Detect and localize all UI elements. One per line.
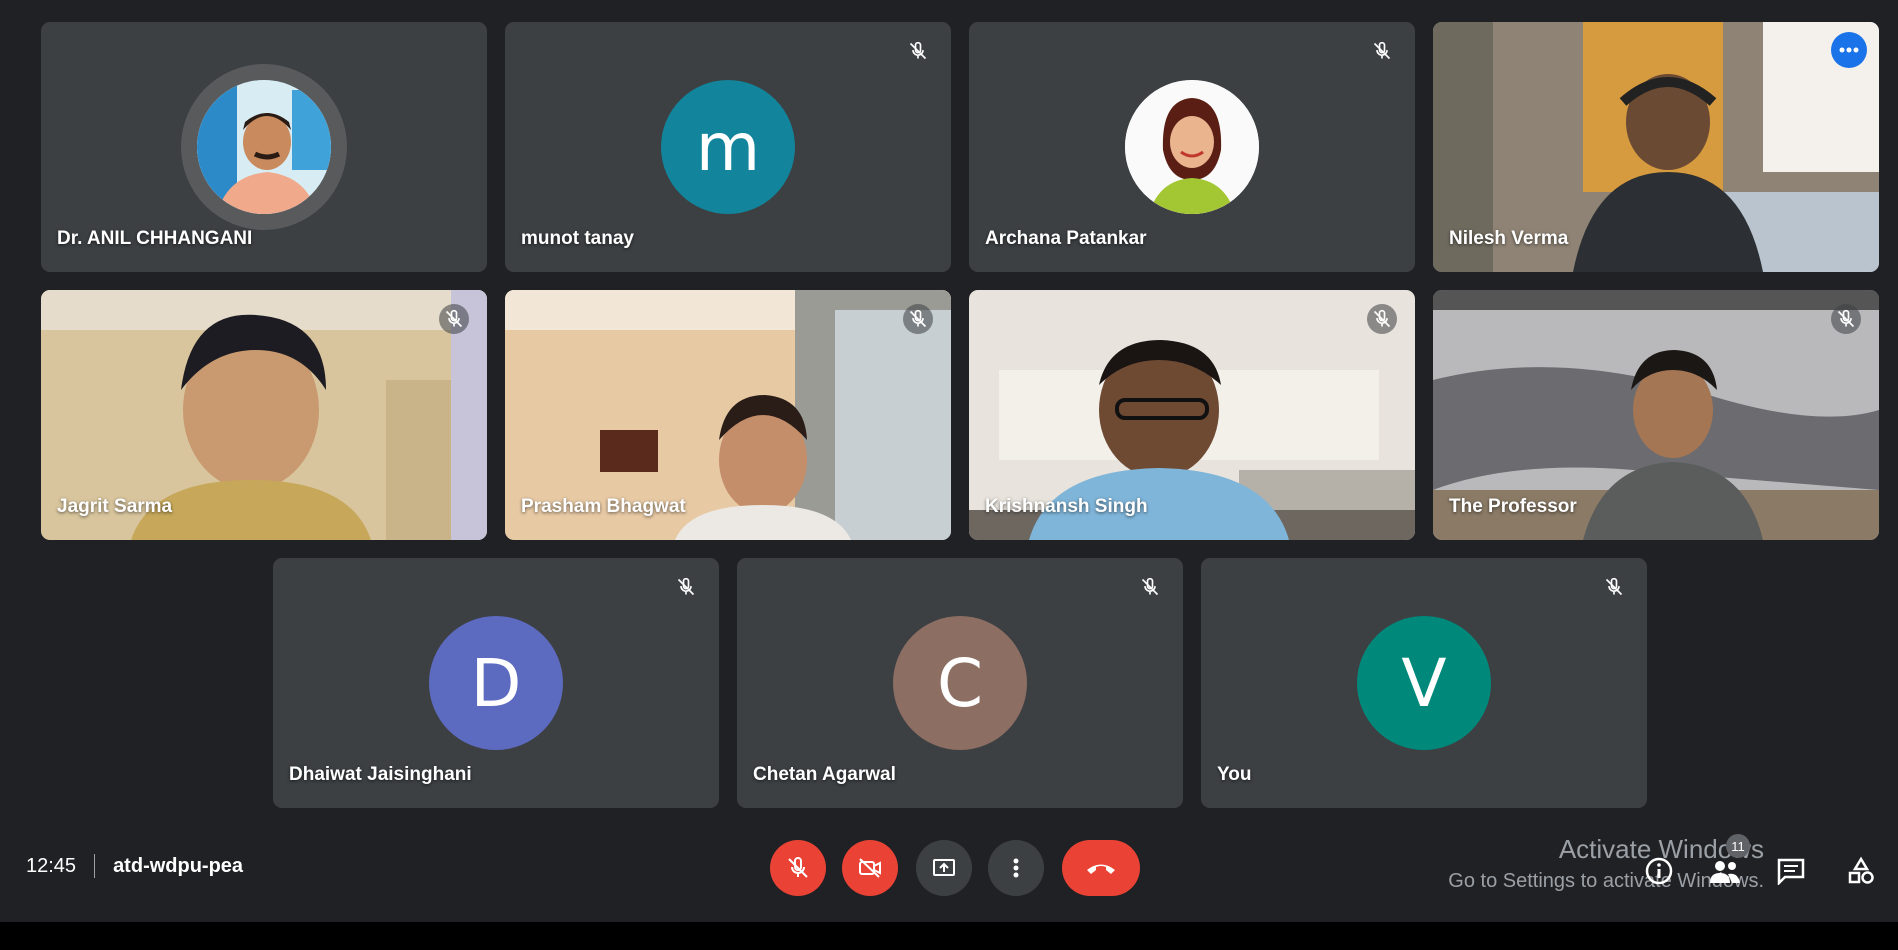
more-options-icon[interactable]: [1831, 32, 1867, 68]
meeting-code[interactable]: atd-wdpu-pea: [113, 855, 243, 878]
participant-name: Archana Patankar: [985, 228, 1147, 249]
mic-off-icon: [439, 304, 469, 334]
activities-shapes-icon: [1848, 856, 1874, 884]
participant-name: Prasham Bhagwat: [521, 496, 686, 517]
mic-off-icon: [1831, 304, 1861, 334]
chat-icon: [1777, 858, 1805, 885]
participant-tile[interactable]: Krishnansh Singh: [969, 290, 1415, 540]
avatar-initial: C: [936, 644, 984, 722]
mic-off-icon: [1367, 304, 1397, 334]
hang-up-icon: [1087, 864, 1115, 874]
participant-tile[interactable]: Jagrit Sarma: [41, 290, 487, 540]
more-options-button[interactable]: [988, 840, 1044, 896]
participant-tile[interactable]: Prasham Bhagwat: [505, 290, 951, 540]
chat-button[interactable]: [1772, 852, 1810, 890]
participant-avatar: m: [661, 80, 795, 214]
avatar-initial: m: [695, 108, 761, 186]
participant-avatar: [197, 80, 331, 214]
mic-off-icon: [1135, 572, 1165, 602]
mic-off-icon: [903, 36, 933, 66]
camera-off-icon: [859, 858, 881, 878]
participant-tile-self[interactable]: V You: [1201, 558, 1647, 808]
people-count-badge: 11: [1726, 834, 1750, 858]
meeting-details-button[interactable]: [1640, 852, 1678, 890]
activities-button[interactable]: [1842, 852, 1880, 890]
call-control-bar: 12:45 atd-wdpu-pea Activate Windows Go t…: [0, 820, 1898, 912]
participant-tile[interactable]: m munot tanay: [505, 22, 951, 272]
participant-tile[interactable]: D Dhaiwat Jaisinghani: [273, 558, 719, 808]
info-icon: [1645, 857, 1673, 885]
participant-avatar: V: [1357, 616, 1491, 750]
participant-name: munot tanay: [521, 228, 634, 249]
participant-name: You: [1217, 764, 1252, 785]
participant-name: Krishnansh Singh: [985, 496, 1148, 517]
participant-name: Chetan Agarwal: [753, 764, 896, 785]
microphone-toggle-button[interactable]: [770, 840, 826, 896]
participant-tile-active-speaker[interactable]: Nilesh Verma: [1433, 22, 1879, 272]
participant-name: Dhaiwat Jaisinghani: [289, 764, 472, 785]
mic-off-icon: [903, 304, 933, 334]
divider: [94, 854, 96, 878]
participant-tile[interactable]: Dr. ANIL CHHANGANI: [41, 22, 487, 272]
participant-tile[interactable]: The Professor: [1433, 290, 1879, 540]
mic-off-icon: [1599, 572, 1629, 602]
mic-off-icon: [788, 857, 808, 878]
present-screen-icon: [933, 859, 955, 876]
people-button[interactable]: 11: [1706, 834, 1750, 890]
more-vert-icon: [1013, 858, 1019, 878]
mic-off-icon: [1367, 36, 1397, 66]
participant-avatar: C: [893, 616, 1027, 750]
participant-name: Dr. ANIL CHHANGANI: [57, 228, 253, 249]
participant-tile[interactable]: Archana Patankar: [969, 22, 1415, 272]
taskbar: [0, 922, 1898, 950]
meeting-info: 12:45 atd-wdpu-pea: [26, 854, 243, 878]
participant-avatar: [1125, 80, 1259, 214]
mic-off-icon: [671, 572, 701, 602]
present-screen-button[interactable]: [916, 840, 972, 896]
participant-name: Jagrit Sarma: [57, 496, 173, 517]
camera-toggle-button[interactable]: [842, 840, 898, 896]
participant-avatar: D: [429, 616, 563, 750]
participant-name: Nilesh Verma: [1449, 228, 1569, 249]
avatar-initial: D: [470, 644, 522, 722]
avatar-initial: V: [1401, 644, 1447, 722]
people-icon: [1710, 861, 1740, 883]
leave-call-button[interactable]: [1062, 840, 1140, 896]
participant-name: The Professor: [1449, 496, 1577, 517]
participant-tile[interactable]: C Chetan Agarwal: [737, 558, 1183, 808]
meeting-time: 12:45: [26, 854, 77, 877]
